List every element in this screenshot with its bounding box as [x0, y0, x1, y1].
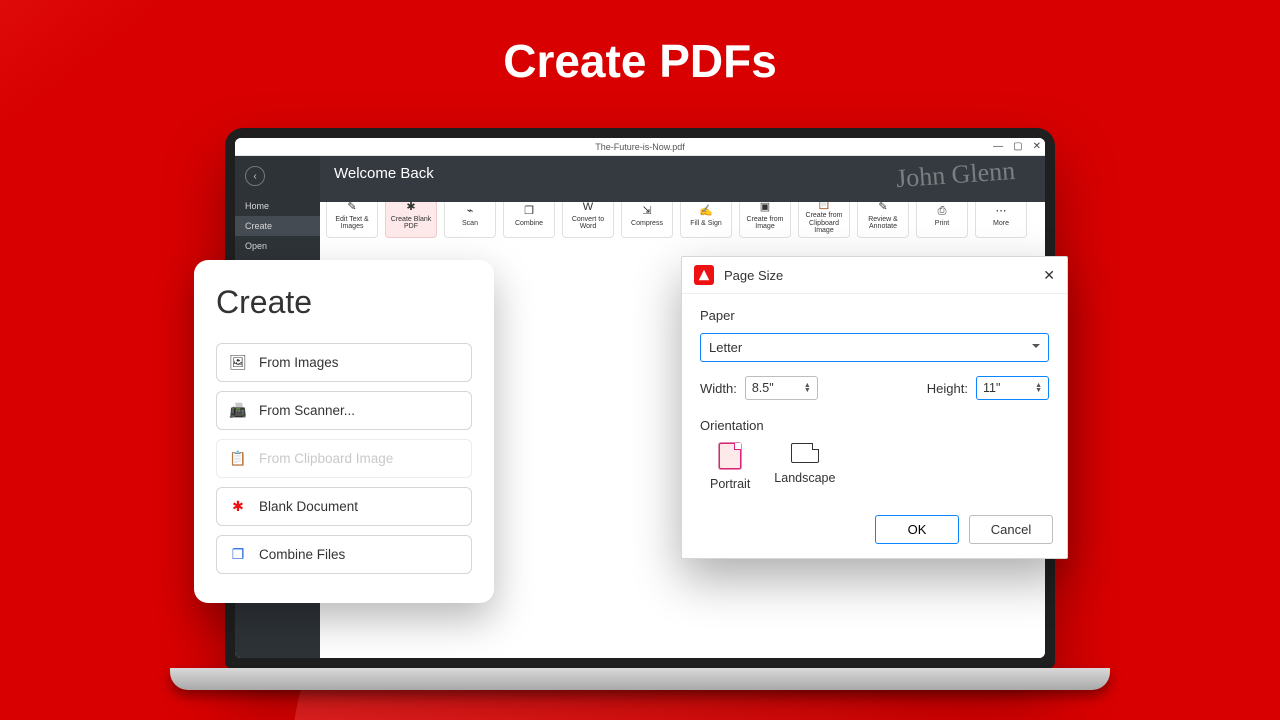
image-file-icon: 🖼: [229, 354, 247, 371]
sidebar-item-create[interactable]: Create: [235, 216, 320, 236]
create-item-label: From Images: [259, 355, 339, 370]
create-item-label: Blank Document: [259, 499, 358, 514]
chevron-down-icon: [1032, 340, 1040, 355]
landscape-page-icon: [791, 443, 819, 463]
create-combine-files[interactable]: ❐ Combine Files: [216, 535, 472, 574]
paper-size-value: Letter: [709, 340, 742, 355]
window-close-button[interactable]: ✕: [1033, 141, 1041, 152]
compress-icon: ⇲: [642, 206, 651, 218]
cancel-button[interactable]: Cancel: [969, 515, 1053, 544]
scanner-icon: 📠: [229, 402, 247, 419]
edit-icon: ✎: [347, 202, 356, 214]
signature-decoration: John Glenn: [895, 156, 1016, 194]
blank-doc-icon: ✱: [229, 498, 247, 515]
print-icon: ⎙: [938, 206, 947, 218]
new-doc-icon: ✱: [406, 202, 415, 214]
create-item-label: Combine Files: [259, 547, 345, 562]
paper-size-select[interactable]: Letter: [700, 333, 1049, 362]
dialog-title: Page Size: [724, 268, 783, 283]
paper-section-label: Paper: [700, 308, 1049, 323]
window-minimize-button[interactable]: —: [993, 141, 1003, 152]
word-icon: W: [583, 202, 593, 214]
width-value: 8.5": [752, 381, 774, 395]
sidebar-item-home[interactable]: Home: [235, 196, 320, 216]
welcome-title: Welcome Back: [334, 165, 434, 182]
create-from-clipboard: 📋 From Clipboard Image: [216, 439, 472, 478]
more-icon: ⋯: [996, 206, 1007, 218]
orientation-landscape[interactable]: Landscape: [774, 443, 835, 491]
create-blank-document[interactable]: ✱ Blank Document: [216, 487, 472, 526]
sidebar-item-open[interactable]: Open: [235, 236, 320, 256]
spinner-arrows-icon[interactable]: ▲▼: [1035, 383, 1042, 393]
combine-icon: ❐: [524, 206, 534, 218]
page-size-dialog: Page Size ✕ Paper Letter Width: 8.5" ▲▼ …: [681, 256, 1068, 559]
back-button[interactable]: ‹: [245, 166, 265, 186]
combine-icon: ❐: [229, 546, 247, 563]
create-from-images[interactable]: 🖼 From Images: [216, 343, 472, 382]
height-value: 11": [983, 381, 1000, 395]
window-title: The-Future-is-Now.pdf: [595, 142, 685, 152]
ok-button[interactable]: OK: [875, 515, 959, 544]
orientation-section-label: Orientation: [700, 418, 1049, 433]
welcome-banner: Welcome Back John Glenn: [320, 156, 1045, 202]
scan-icon: ⌁: [467, 206, 474, 218]
height-input[interactable]: 11" ▲▼: [976, 376, 1049, 400]
image-icon: ▣: [760, 202, 770, 214]
width-input[interactable]: 8.5" ▲▼: [745, 376, 818, 400]
dialog-close-button[interactable]: ✕: [1043, 267, 1055, 284]
create-from-scanner[interactable]: 📠 From Scanner...: [216, 391, 472, 430]
clipboard-icon: 📋: [229, 450, 247, 467]
orientation-portrait[interactable]: Portrait: [710, 443, 750, 491]
window-maximize-button[interactable]: ▢: [1013, 141, 1022, 152]
hero-title: Create PDFs: [0, 34, 1280, 88]
portrait-label: Portrait: [710, 477, 750, 491]
spinner-arrows-icon[interactable]: ▲▼: [804, 383, 811, 393]
window-titlebar: The-Future-is-Now.pdf — ▢ ✕: [235, 138, 1045, 156]
create-item-label: From Scanner...: [259, 403, 355, 418]
height-label: Height:: [927, 381, 968, 396]
landscape-label: Landscape: [774, 471, 835, 485]
annotate-icon: ✎: [878, 202, 887, 214]
portrait-page-icon: [719, 443, 741, 469]
app-logo-icon: [694, 265, 714, 285]
create-menu-title: Create: [216, 284, 472, 321]
create-menu-popup: Create 🖼 From Images 📠 From Scanner... 📋…: [194, 260, 494, 603]
sign-icon: ✍: [699, 206, 713, 218]
width-label: Width:: [700, 381, 737, 396]
create-item-label: From Clipboard Image: [259, 451, 393, 466]
